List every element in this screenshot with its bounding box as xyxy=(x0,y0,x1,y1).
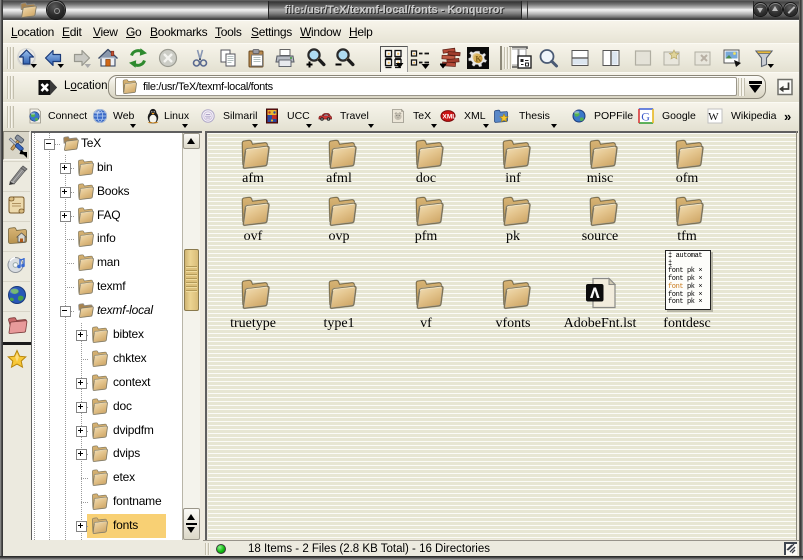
svg-text:XML: XML xyxy=(443,114,457,121)
svg-text:W: W xyxy=(708,111,719,123)
svg-text:K: K xyxy=(475,54,482,63)
svg-text:G: G xyxy=(641,110,650,124)
